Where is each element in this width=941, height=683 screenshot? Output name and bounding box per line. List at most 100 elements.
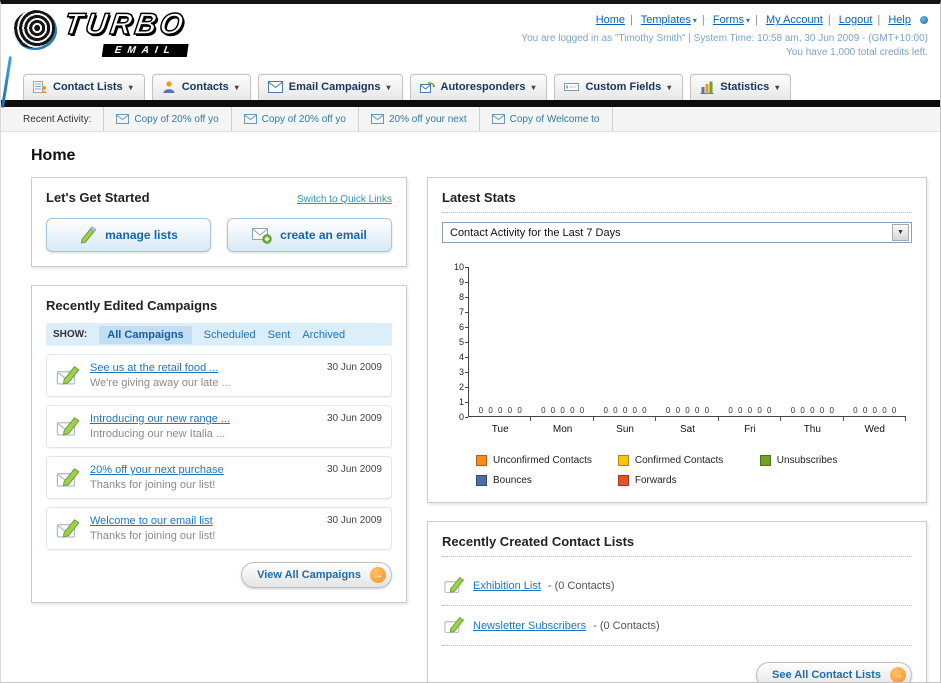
turbo-email-logo: TURBO EMAIL: [13, 7, 190, 66]
statistics-icon: [700, 80, 714, 94]
campaign-date: 30 Jun 2009: [326, 464, 382, 475]
recently-edited-campaigns-panel: Recently Edited Campaigns SHOW: All Camp…: [31, 285, 407, 603]
campaign-title-link[interactable]: See us at the retail food ...: [90, 362, 319, 374]
view-all-campaigns-button[interactable]: View All Campaigns →: [241, 562, 392, 588]
recent-activity-text: 20% off your next: [388, 113, 467, 125]
chart-y-tick-label: 9: [458, 277, 469, 287]
chart-y-tick-label: 0: [458, 412, 469, 422]
legend-swatch-icon: [617, 455, 629, 466]
nav-tab-label: Email Campaigns: [288, 81, 381, 93]
email-plus-icon: [252, 227, 272, 244]
chart-x-axis-label: Fri: [744, 424, 756, 435]
switch-to-quick-links-link[interactable]: Switch to Quick Links: [297, 194, 392, 205]
recent-activity-item[interactable]: Copy of Welcome to: [480, 107, 613, 131]
contact-list-link[interactable]: Exhibition List: [473, 580, 541, 592]
campaign-row: Welcome to our email list Thanks for joi…: [46, 507, 392, 550]
chevron-down-icon: ▾: [775, 82, 780, 92]
contact-list-detail: - (0 Contacts): [593, 619, 660, 632]
autoresponders-icon: [419, 80, 435, 94]
chevron-down-icon: ▾: [746, 16, 751, 25]
chart-legend-item: Unsubscribes: [759, 455, 902, 466]
tab-all-campaigns[interactable]: All Campaigns: [99, 325, 192, 344]
recent-activity-item[interactable]: Copy of 20% off yo: [103, 107, 232, 131]
tab-sent[interactable]: Sent: [268, 329, 291, 341]
top-link-forms[interactable]: Forms: [713, 14, 744, 26]
select-dropdown-icon: ▼: [892, 224, 909, 241]
edit-campaign-icon: [56, 365, 82, 387]
nav-tab-contact-lists[interactable]: Contact Lists ▾: [23, 74, 145, 100]
campaign-title-link[interactable]: 20% off your next purchase: [90, 464, 319, 476]
top-link-templates[interactable]: Templates: [641, 14, 691, 26]
chart-value-label-group: 0 0 0 0 0: [853, 406, 897, 415]
link-separator: |: [827, 14, 831, 26]
chart-x-axis-label: Sat: [679, 424, 695, 435]
top-link-home[interactable]: Home: [596, 14, 625, 26]
chart-value-label-group: 0 0 0 0 0: [790, 406, 834, 415]
edit-list-icon: [444, 616, 466, 635]
stats-period-value: Contact Activity for the Last 7 Days: [450, 226, 621, 239]
campaign-title-link[interactable]: Welcome to our email list: [90, 515, 319, 527]
campaign-title-link[interactable]: Introducing our new range ...: [90, 413, 319, 425]
top-link-logout[interactable]: Logout: [839, 14, 873, 26]
header: TURBO EMAIL Home | Templates ▾ | Forms ▾ | My…: [1, 4, 940, 66]
create-email-button[interactable]: create an email: [227, 218, 392, 252]
create-email-label: create an email: [280, 228, 367, 242]
nav-tab-contacts[interactable]: Contacts ▾: [151, 74, 251, 100]
tab-scheduled[interactable]: Scheduled: [204, 329, 256, 341]
chevron-down-icon: ▾: [692, 16, 697, 25]
session-info: You are logged in as "Timothy Smith" | S…: [521, 33, 928, 44]
chart-legend: Unconfirmed Contacts Confirmed Contacts Un…: [476, 455, 906, 486]
recent-activity-item[interactable]: 20% off your next: [359, 107, 480, 131]
contact-lists-title: Recently Created Contact Lists: [442, 534, 912, 557]
chart-legend-item: Confirmed Contacts: [617, 455, 760, 466]
chart-y-tick-label: 8: [458, 292, 469, 302]
recent-activity-item[interactable]: Copy of 20% off yo: [232, 107, 359, 131]
stats-period-select[interactable]: Contact Activity for the Last 7 Days ▼: [442, 222, 912, 243]
chart-value-label-group: 0 0 0 0 0: [478, 406, 522, 415]
chart-plot-area: 0 0 0 0 0 0 0 0 0 0 0 0 0 0 0 0 0 0 0 0 0 0 …: [468, 267, 906, 417]
manage-lists-button[interactable]: manage lists: [46, 218, 211, 252]
nav-tab-custom-fields[interactable]: Custom Fields ▾: [554, 74, 684, 100]
latest-stats-panel: Latest Stats Contact Activity for the La…: [427, 177, 927, 503]
see-all-contact-lists-button[interactable]: See All Contact Lists →: [755, 662, 912, 682]
campaign-date: 30 Jun 2009: [326, 362, 382, 373]
manage-lists-label: manage lists: [105, 228, 178, 242]
latest-stats-title: Latest Stats: [442, 190, 912, 213]
nav-tab-statistics[interactable]: Statistics ▾: [690, 74, 792, 100]
legend-swatch-icon: [759, 455, 771, 466]
chart-x-axis-label: Tue: [491, 424, 509, 435]
contact-activity-chart: 0 1 2 3 4 5 6 7 8 9 10 0 0 0 0 00 0 0 0 00 0 0 0 0…: [448, 263, 906, 486]
pencil-icon: [79, 226, 97, 244]
top-link-my-account[interactable]: My Account: [766, 14, 823, 26]
legend-label: Bounces: [493, 475, 532, 486]
contacts-icon: [162, 80, 176, 94]
chart-legend-item: Bounces: [476, 475, 618, 486]
campaign-row: Introducing our new range ... Introducin…: [46, 405, 392, 448]
recently-created-contact-lists-panel: Recently Created Contact Lists Exhibitio…: [427, 521, 927, 682]
logo-text: TURBO EMAIL: [60, 7, 194, 58]
chart-y-tick-label: 3: [458, 367, 469, 377]
tab-archived[interactable]: Archived: [302, 329, 345, 341]
legend-label: Forwards: [634, 475, 677, 486]
credits-info: You have 1,000 total credits left.: [786, 47, 928, 58]
contact-list-link[interactable]: Newsletter Subscribers: [473, 620, 586, 632]
email-campaigns-icon: [267, 81, 283, 93]
link-separator: |: [755, 14, 758, 26]
turbo-email-dashboard: TURBO EMAIL Home | Templates ▾ | Forms ▾ | My…: [0, 0, 941, 683]
campaign-subtitle: Thanks for joining our list!: [90, 479, 216, 491]
right-column: Latest Stats Contact Activity for the La…: [427, 177, 927, 682]
nav-tab-autoresponders[interactable]: Autoresponders ▾: [409, 74, 548, 100]
top-link-help[interactable]: Help: [888, 14, 911, 26]
legend-label: Unsubscribes: [776, 455, 838, 466]
contact-lists-icon: [33, 80, 47, 94]
edit-campaign-icon: [56, 416, 82, 438]
email-icon: [116, 114, 130, 124]
link-separator: |: [630, 14, 633, 26]
see-all-contact-lists-label: See All Contact Lists: [771, 669, 881, 681]
nav-tab-email-campaigns[interactable]: Email Campaigns ▾: [257, 74, 403, 100]
chart-x-axis-label: Thu: [803, 424, 821, 435]
nav-tab-label: Autoresponders: [440, 81, 526, 93]
chevron-down-icon: ▾: [667, 82, 672, 92]
legend-swatch-icon: [617, 475, 629, 486]
view-all-campaigns-label: View All Campaigns: [257, 569, 361, 581]
